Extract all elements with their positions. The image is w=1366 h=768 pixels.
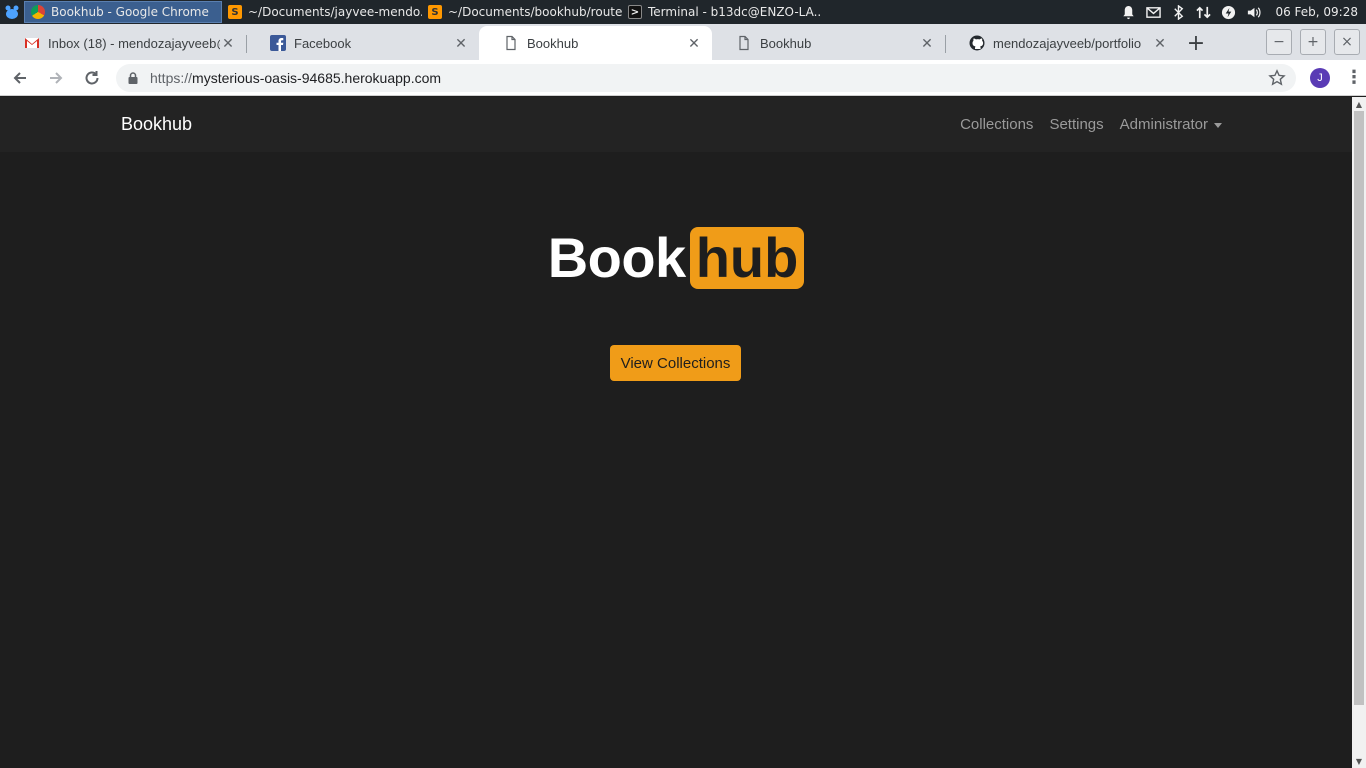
start-menu-button[interactable] — [0, 0, 24, 24]
browser-toolbar: https://mysterious-oasis-94685.herokuapp… — [0, 60, 1366, 96]
url-scheme: https:// — [150, 69, 193, 86]
tab-title: Bookhub — [527, 35, 579, 51]
mouse-logo-icon — [5, 5, 19, 19]
close-icon[interactable]: ✕ — [919, 35, 935, 51]
chrome-icon — [31, 5, 45, 19]
mail-icon[interactable] — [1146, 5, 1162, 20]
arrow-right-icon — [50, 71, 63, 84]
site-nav-links: Collections Settings Administrator — [960, 116, 1222, 133]
url-host: mysterious-oasis-94685.herokuapp.com — [192, 69, 442, 86]
sublime-icon: S — [428, 5, 442, 19]
task-label: ~/Documents/bookhub/route... — [448, 5, 622, 19]
profile-avatar[interactable]: J — [1310, 67, 1330, 88]
clock[interactable]: 06 Feb, 09:28 — [1275, 5, 1358, 19]
tab-title: Facebook — [294, 35, 352, 51]
lock-icon[interactable] — [126, 71, 140, 85]
tab-gmail[interactable]: Inbox (18) - mendozajayveeb@ ✕ — [0, 26, 246, 60]
nav-collections[interactable]: Collections — [960, 116, 1033, 133]
bluetooth-icon[interactable] — [1171, 4, 1186, 20]
task-label: Bookhub - Google Chrome — [51, 5, 209, 19]
terminal-icon: > — [628, 5, 642, 19]
tab-bookhub-active[interactable]: Bookhub ✕ — [479, 26, 712, 60]
tab-title: Inbox (18) - mendozajayveeb@ — [48, 35, 220, 51]
system-tray: 06 Feb, 09:28 — [1121, 4, 1366, 20]
gmail-icon — [24, 35, 40, 51]
logo-text-hub: hub — [689, 226, 805, 289]
tab-facebook[interactable]: Facebook ✕ — [246, 26, 479, 60]
site-navbar: Bookhub Collections Settings Administrat… — [0, 97, 1352, 152]
github-icon — [969, 35, 985, 51]
nav-administrator-label: Administrator — [1119, 116, 1208, 133]
reload-icon — [85, 70, 99, 84]
url-text[interactable]: https://mysterious-oasis-94685.herokuapp… — [150, 70, 1268, 86]
close-icon[interactable]: ✕ — [1152, 35, 1168, 51]
view-collections-button[interactable]: View Collections — [610, 345, 741, 381]
scrollbar-thumb[interactable] — [1354, 111, 1364, 705]
browser-tab-strip: Inbox (18) - mendozajayveeb@ ✕ Facebook … — [0, 24, 1366, 60]
tab-bookhub[interactable]: Bookhub ✕ — [712, 26, 945, 60]
network-icon[interactable] — [1196, 5, 1212, 20]
close-icon[interactable]: ✕ — [220, 35, 236, 51]
task-sublime-2[interactable]: S ~/Documents/bookhub/route... — [422, 1, 622, 23]
new-tab-button[interactable]: + — [1178, 26, 1214, 60]
window-controls: − + × — [1266, 29, 1366, 55]
forward-button[interactable] — [40, 62, 72, 94]
page-icon — [503, 35, 519, 51]
arrow-left-icon — [13, 71, 26, 84]
task-chrome[interactable]: Bookhub - Google Chrome — [24, 1, 222, 23]
tab-title: Bookhub — [760, 35, 812, 51]
task-label: ~/Documents/jayvee-mendo... — [248, 5, 422, 19]
close-icon[interactable]: ✕ — [686, 35, 702, 51]
page-scrollbar[interactable]: ▲ ▼ — [1352, 97, 1366, 768]
tab-title: mendozajayveeb/portfolio — [993, 35, 1142, 51]
power-icon[interactable] — [1221, 5, 1236, 20]
close-window-button[interactable]: × — [1334, 29, 1360, 55]
caret-down-icon — [1214, 122, 1222, 128]
minimize-button[interactable]: − — [1266, 29, 1292, 55]
maximize-button[interactable]: + — [1300, 29, 1326, 55]
close-icon[interactable]: ✕ — [453, 35, 469, 51]
nav-administrator-dropdown[interactable]: Administrator — [1120, 116, 1222, 133]
volume-icon[interactable] — [1246, 5, 1262, 20]
scroll-down-icon[interactable]: ▼ — [1352, 754, 1366, 768]
hero-logo: Book hub — [0, 225, 1352, 290]
page-viewport: Bookhub Collections Settings Administrat… — [0, 97, 1366, 768]
tab-github[interactable]: mendozajayveeb/portfolio ✕ — [945, 26, 1178, 60]
os-taskbar: Bookhub - Google Chrome S ~/Documents/ja… — [0, 0, 1366, 24]
task-sublime-1[interactable]: S ~/Documents/jayvee-mendo... — [222, 1, 422, 23]
reload-button[interactable] — [76, 62, 108, 94]
task-label: Terminal - b13dc@ENZO-LA... — [648, 5, 822, 19]
site-brand[interactable]: Bookhub — [121, 114, 192, 135]
page-icon — [736, 35, 752, 51]
menu-kebab-icon[interactable]: ⋮ — [1342, 66, 1366, 90]
bookmark-star-icon[interactable] — [1268, 68, 1286, 87]
scroll-up-icon[interactable]: ▲ — [1352, 97, 1366, 111]
address-bar[interactable]: https://mysterious-oasis-94685.herokuapp… — [116, 63, 1296, 92]
back-button[interactable] — [4, 62, 36, 94]
facebook-icon — [270, 35, 286, 51]
sublime-icon: S — [228, 5, 242, 19]
bell-icon[interactable] — [1121, 5, 1136, 20]
task-terminal[interactable]: > Terminal - b13dc@ENZO-LA... — [622, 1, 822, 23]
nav-settings[interactable]: Settings — [1049, 116, 1103, 133]
logo-text-book: Book — [547, 226, 687, 289]
